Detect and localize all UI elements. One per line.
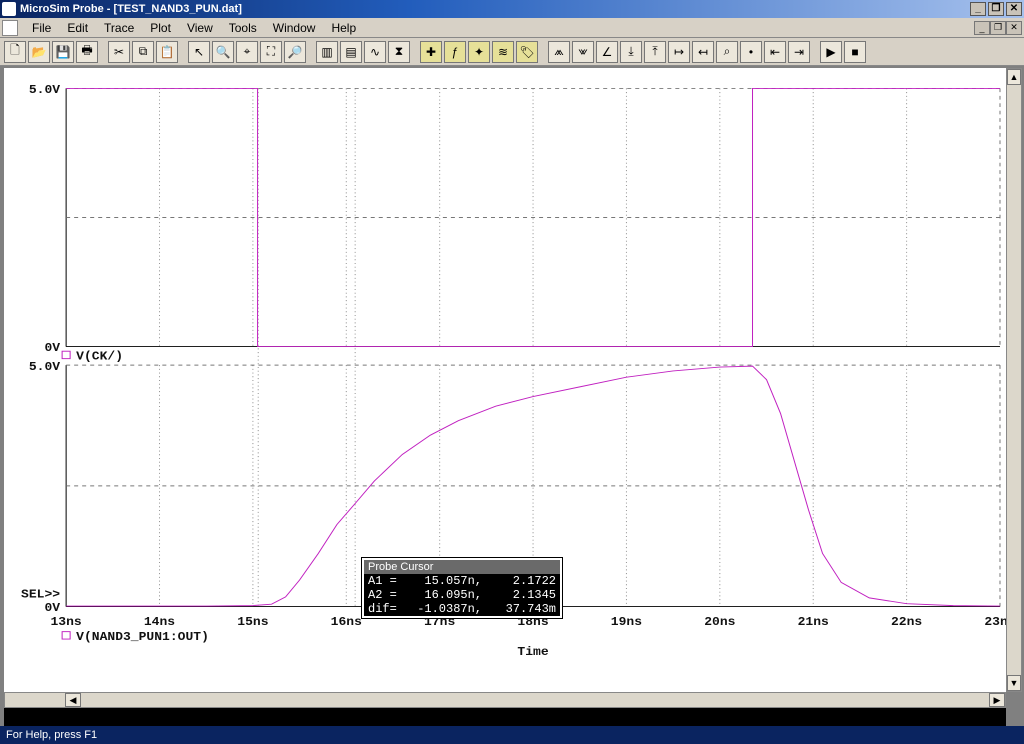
menubar: File Edit Trace Plot View Tools Window H…	[0, 18, 1024, 38]
toolbar-cur-max[interactable]: ⤒	[644, 41, 666, 63]
workspace: 13ns14ns15ns16ns17ns18ns19ns20ns21ns22ns…	[0, 66, 1024, 726]
doc-icon	[2, 20, 18, 36]
svg-text:19ns: 19ns	[611, 616, 642, 629]
app-icon: ◩	[2, 2, 16, 16]
toolbar-cur-trough[interactable]: ⩖	[572, 41, 594, 63]
toolbar-cur-peak[interactable]: ⩕	[548, 41, 570, 63]
probe-cursor-row-dif: dif=-1.0387n,37.743m	[364, 602, 560, 616]
svg-text:5.0V: 5.0V	[29, 360, 61, 373]
toolbar-trace-avg[interactable]: ≋	[492, 41, 514, 63]
toolbar-fft[interactable]: ∿	[364, 41, 386, 63]
toolbar-zoom-out[interactable]: 🔎	[284, 41, 306, 63]
titlebar: ◩ MicroSim Probe - [TEST_NAND3_PUN.dat] …	[0, 0, 1024, 18]
svg-text:20ns: 20ns	[704, 616, 735, 629]
toolbar-file-new[interactable]: 🗋	[4, 41, 26, 63]
toolbar-trace-mark[interactable]: ✦	[468, 41, 490, 63]
menu-window[interactable]: Window	[265, 19, 324, 37]
toolbar-trace-eval[interactable]: ƒ	[444, 41, 466, 63]
statusbar: For Help, press F1	[0, 726, 1024, 744]
toolbar-file-save[interactable]: 💾	[52, 41, 74, 63]
menu-help[interactable]: Help	[323, 19, 364, 37]
scroll-left-icon[interactable]: ◀	[65, 693, 81, 707]
horizontal-scrollbar[interactable]: ◀ ▶	[4, 692, 1006, 708]
svg-text:5.0V: 5.0V	[29, 83, 61, 96]
svg-text:15ns: 15ns	[237, 616, 268, 629]
close-button[interactable]: ✕	[1006, 2, 1022, 16]
menu-view[interactable]: View	[179, 19, 221, 37]
toolbar-cur-point[interactable]: •	[740, 41, 762, 63]
toolbar-paste[interactable]: 📋	[156, 41, 178, 63]
svg-text:0V: 0V	[44, 342, 60, 355]
toolbar-sim-stop[interactable]: ■	[844, 41, 866, 63]
chart-area[interactable]: 13ns14ns15ns16ns17ns18ns19ns20ns21ns22ns…	[4, 68, 1006, 692]
scroll-up-icon[interactable]: ▲	[1007, 69, 1021, 85]
menu-edit[interactable]: Edit	[59, 19, 96, 37]
menu-tools[interactable]: Tools	[221, 19, 265, 37]
toolbar-log-x[interactable]: ▥	[316, 41, 338, 63]
probe-cursor-panel[interactable]: Probe Cursor A1 =15.057n,2.1722 A2 =16.0…	[362, 558, 562, 618]
toolbar-cursor[interactable]: ↖	[188, 41, 210, 63]
doc-restore-button[interactable]: ❐	[990, 21, 1006, 35]
vertical-scrollbar[interactable]: ▲ ▼	[1006, 68, 1022, 692]
toolbar-cur-prev[interactable]: ↤	[692, 41, 714, 63]
svg-text:16ns: 16ns	[331, 616, 362, 629]
menu-trace[interactable]: Trace	[96, 19, 142, 37]
scroll-thumb[interactable]	[81, 693, 989, 707]
scroll-right-icon[interactable]: ▶	[989, 693, 1005, 707]
toolbar: 🗋📂💾🖶 ✂⧉📋 ↖🔍⌖⛶🔎 ▥▤∿⧗ ✚ƒ✦≋🏷 ⩕⩖∠⤓⤒↦↤⌕•⇤⇥ ▶■	[0, 38, 1024, 66]
menu-plot[interactable]: Plot	[142, 19, 179, 37]
toolbar-cur-home[interactable]: ⇤	[764, 41, 786, 63]
svg-text:Time: Time	[517, 645, 548, 658]
toolbar-file-open[interactable]: 📂	[28, 41, 50, 63]
svg-text:22ns: 22ns	[891, 616, 922, 629]
toolbar-zoom-in[interactable]: 🔍	[212, 41, 234, 63]
toolbar-perf[interactable]: ⧗	[388, 41, 410, 63]
svg-text:V(NAND3_PUN1:OUT): V(NAND3_PUN1:OUT)	[76, 630, 209, 643]
toolbar-print[interactable]: 🖶	[76, 41, 98, 63]
svg-text:13ns: 13ns	[50, 616, 81, 629]
toolbar-zoom-area[interactable]: ⌖	[236, 41, 258, 63]
menu-file[interactable]: File	[24, 19, 59, 37]
toolbar-sim-run[interactable]: ▶	[820, 41, 842, 63]
svg-text:14ns: 14ns	[144, 616, 175, 629]
toolbar-copy[interactable]: ⧉	[132, 41, 154, 63]
toolbar-trace-add[interactable]: ✚	[420, 41, 442, 63]
doc-window-controls: _ ❐ ✕	[974, 21, 1022, 35]
status-text: For Help, press F1	[6, 729, 97, 741]
probe-cursor-row-a1: A1 =15.057n,2.1722	[364, 574, 560, 588]
toolbar-cur-min[interactable]: ⤓	[620, 41, 642, 63]
probe-cursor-row-a2: A2 =16.095n,2.1345	[364, 588, 560, 602]
scroll-down-icon[interactable]: ▼	[1007, 675, 1021, 691]
svg-text:23ns: 23ns	[984, 616, 1006, 629]
toolbar-cur-end[interactable]: ⇥	[788, 41, 810, 63]
toolbar-cur-slope[interactable]: ∠	[596, 41, 618, 63]
svg-text:21ns: 21ns	[798, 616, 829, 629]
toolbar-trace-label[interactable]: 🏷	[516, 41, 538, 63]
maximize-button[interactable]: ❐	[988, 2, 1004, 16]
doc-close-button[interactable]: ✕	[1006, 21, 1022, 35]
probe-cursor-title[interactable]: Probe Cursor	[364, 560, 560, 574]
toolbar-log-y[interactable]: ▤	[340, 41, 362, 63]
toolbar-cut[interactable]: ✂	[108, 41, 130, 63]
window-title: MicroSim Probe - [TEST_NAND3_PUN.dat]	[20, 3, 970, 15]
toolbar-zoom-fit[interactable]: ⛶	[260, 41, 282, 63]
svg-text:V(CK/): V(CK/)	[76, 350, 123, 363]
svg-text:SEL>>: SEL>>	[21, 588, 60, 601]
toolbar-cur-search[interactable]: ⌕	[716, 41, 738, 63]
toolbar-cur-next[interactable]: ↦	[668, 41, 690, 63]
doc-minimize-button[interactable]: _	[974, 21, 990, 35]
minimize-button[interactable]: _	[970, 2, 986, 16]
svg-text:0V: 0V	[44, 602, 60, 615]
